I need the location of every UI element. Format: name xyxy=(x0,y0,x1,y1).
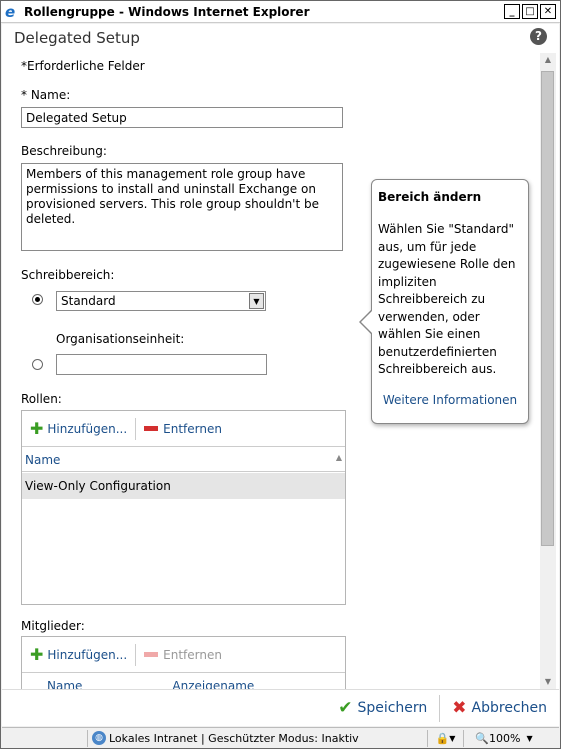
minimize-button[interactable]: _ xyxy=(504,4,520,19)
members-column-header[interactable]: Name Anzeigename xyxy=(22,674,345,689)
members-column-display: Anzeigename xyxy=(172,679,255,689)
popup-title: Bereich ändern xyxy=(378,190,482,204)
close-button[interactable]: ✕ xyxy=(540,4,556,19)
minus-icon xyxy=(144,652,159,657)
vertical-scrollbar[interactable]: ▲ ▼ xyxy=(540,53,556,689)
scroll-thumb[interactable] xyxy=(541,71,554,546)
roles-column-header[interactable]: Name ▲ xyxy=(22,448,345,472)
ie-icon: e xyxy=(5,2,16,21)
scroll-up-icon[interactable]: ▲ xyxy=(540,53,556,67)
status-bar: ◍ Lokales Intranet | Geschützter Modus: … xyxy=(2,727,559,748)
members-add-label: Hinzufügen... xyxy=(47,647,128,662)
plus-icon: ✚ xyxy=(30,645,44,664)
window-controls: _ □ ✕ xyxy=(504,4,556,19)
zoom-icon: 🔍 xyxy=(475,731,490,745)
scope-label: Schreibbereich: xyxy=(21,268,115,282)
save-label: Speichern xyxy=(357,700,428,716)
status-pane-empty xyxy=(2,729,88,747)
dialog-content: Delegated Setup ? ▲ ▼ *Erforderliche Fel… xyxy=(2,24,559,689)
cancel-button[interactable]: ✖ Abbrechen xyxy=(440,698,559,718)
zoom-control[interactable]: 🔍 100% ▼ xyxy=(464,730,544,747)
more-info-link[interactable]: Weitere Informationen xyxy=(378,393,522,407)
globe-icon: ◍ xyxy=(92,731,106,745)
ou-label: Organisationseinheit: xyxy=(56,332,185,346)
scope-help-popup: Bereich ändern Wählen Sie "Standard" aus… xyxy=(371,179,529,424)
description-label: Beschreibung: xyxy=(21,144,107,158)
scope-select[interactable]: Standard ▼ xyxy=(56,291,266,311)
x-icon: ✖ xyxy=(452,698,467,718)
name-input[interactable]: Delegated Setup xyxy=(21,107,343,128)
status-zone-text: Lokales Intranet | Geschützter Modus: In… xyxy=(109,731,359,745)
checkmark-icon: ✔ xyxy=(338,698,353,718)
page-title: Delegated Setup xyxy=(14,29,140,47)
chevron-down-icon[interactable]: ▼ xyxy=(249,293,264,309)
members-add-button[interactable]: ✚ Hinzufügen... xyxy=(22,645,135,664)
scope-standard-radio[interactable] xyxy=(32,294,43,305)
chevron-down-icon: ▼ xyxy=(449,733,456,743)
window-title: Rollengruppe - Windows Internet Explorer xyxy=(24,4,310,19)
lock-icon: 🔒 xyxy=(435,731,450,745)
cancel-label: Abbrechen xyxy=(471,700,547,716)
name-label: * Name: xyxy=(21,88,71,102)
members-grid: ✚ Hinzufügen... Entfernen Name Anzeigena… xyxy=(21,636,346,689)
save-button[interactable]: ✔ Speichern xyxy=(326,698,439,718)
scope-select-value: Standard xyxy=(61,294,116,308)
description-textarea[interactable]: Members of this management role group ha… xyxy=(21,163,343,251)
browser-window: e Rollengruppe - Windows Internet Explor… xyxy=(0,0,561,749)
members-remove-button[interactable]: Entfernen xyxy=(136,648,230,662)
action-bar: ✔ Speichern ✖ Abbrechen xyxy=(2,689,559,726)
roles-add-label: Hinzufügen... xyxy=(47,421,128,436)
maximize-button[interactable]: □ xyxy=(522,4,538,19)
roles-column-name: Name xyxy=(25,453,61,467)
members-column-name: Name xyxy=(47,679,83,689)
popup-beak-inner xyxy=(361,310,373,334)
minus-icon xyxy=(144,426,159,431)
roles-label: Rollen: xyxy=(21,392,62,406)
security-dropdown[interactable]: 🔒 ▼ xyxy=(428,729,464,747)
status-zone: ◍ Lokales Intranet | Geschützter Modus: … xyxy=(88,729,428,747)
sort-icon: ▲ xyxy=(335,453,342,462)
roles-grid: ✚ Hinzufügen... Entfernen Name ▲ View-On… xyxy=(21,410,346,605)
members-remove-label: Entfernen xyxy=(163,647,222,662)
help-icon[interactable]: ? xyxy=(530,28,547,45)
popup-body: Wählen Sie "Standard" aus, um für jede z… xyxy=(378,222,516,376)
table-row[interactable]: View-Only Configuration xyxy=(22,473,345,499)
title-bar: e Rollengruppe - Windows Internet Explor… xyxy=(1,1,560,23)
chevron-down-icon: ▼ xyxy=(526,733,533,743)
plus-icon: ✚ xyxy=(30,419,44,438)
zoom-level: 100% xyxy=(489,731,521,745)
scope-ou-radio[interactable] xyxy=(32,359,43,370)
roles-add-button[interactable]: ✚ Hinzufügen... xyxy=(22,419,135,438)
roles-remove-button[interactable]: Entfernen xyxy=(136,422,230,436)
required-note: *Erforderliche Felder xyxy=(21,59,145,73)
members-label: Mitglieder: xyxy=(21,619,85,633)
scroll-down-icon[interactable]: ▼ xyxy=(540,675,556,689)
members-toolbar: ✚ Hinzufügen... Entfernen xyxy=(22,637,345,673)
roles-remove-label: Entfernen xyxy=(163,421,222,436)
roles-toolbar: ✚ Hinzufügen... Entfernen xyxy=(22,411,345,447)
ou-input[interactable] xyxy=(56,354,267,375)
